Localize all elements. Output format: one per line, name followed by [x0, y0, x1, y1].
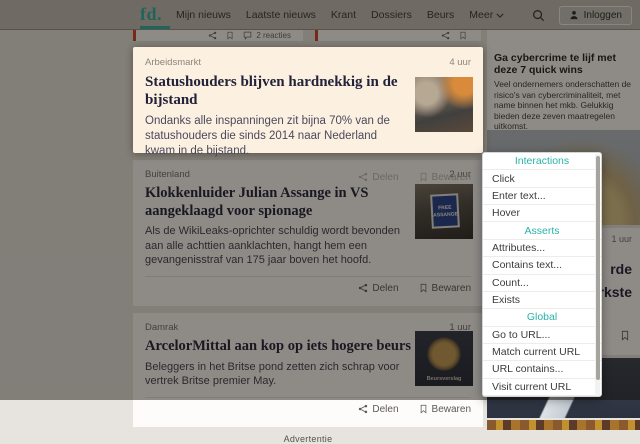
- article-time: 4 uur: [449, 57, 471, 68]
- article-title[interactable]: Statushouders blijven hardnekkig in de b…: [145, 73, 413, 110]
- menu-item-click[interactable]: Click: [483, 170, 601, 188]
- save-button[interactable]: Bewaren: [419, 172, 471, 183]
- article-card-statushouders[interactable]: Arbeidsmarkt 4 uur Statushouders blijven…: [133, 47, 483, 183]
- save-button[interactable]: Bewaren: [419, 404, 471, 415]
- scrollbar-thumb[interactable]: [595, 156, 600, 380]
- share-icon: [358, 172, 368, 182]
- bookmark-icon: [419, 404, 428, 414]
- sidebar-crowd-image: [487, 420, 640, 430]
- menu-item-visit-current-url[interactable]: Visit current URL: [483, 379, 601, 396]
- article-summary: Ondanks alle inspanningen zit bijna 70% …: [145, 114, 390, 157]
- menu-item-match-current-url[interactable]: Match current URL: [483, 344, 601, 362]
- menu-section-asserts: Asserts: [483, 222, 601, 240]
- article-image[interactable]: [415, 77, 473, 132]
- menu-item-go-to-url[interactable]: Go to URL...: [483, 327, 601, 344]
- menu-item-attributes[interactable]: Attributes...: [483, 240, 601, 258]
- share-button[interactable]: Delen: [358, 404, 399, 415]
- bookmark-icon: [419, 172, 428, 182]
- menu-section-global: Global: [483, 309, 601, 327]
- menu-item-enter-text[interactable]: Enter text...: [483, 188, 601, 206]
- menu-scrollbar[interactable]: [595, 154, 600, 396]
- menu-section-interactions: Interactions: [483, 153, 601, 171]
- context-menu: Interactions Click Enter text... Hover A…: [482, 152, 602, 397]
- menu-item-count[interactable]: Count...: [483, 275, 601, 292]
- menu-item-exists[interactable]: Exists: [483, 292, 601, 310]
- advertisement-label: Advertentie: [283, 433, 333, 444]
- share-icon: [358, 404, 368, 414]
- menu-item-hover[interactable]: Hover: [483, 205, 601, 223]
- article-category[interactable]: Arbeidsmarkt: [145, 57, 201, 68]
- share-button[interactable]: Delen: [358, 172, 399, 183]
- menu-item-contains-text[interactable]: Contains text...: [483, 257, 601, 275]
- menu-item-url-contains[interactable]: URL contains...: [483, 361, 601, 379]
